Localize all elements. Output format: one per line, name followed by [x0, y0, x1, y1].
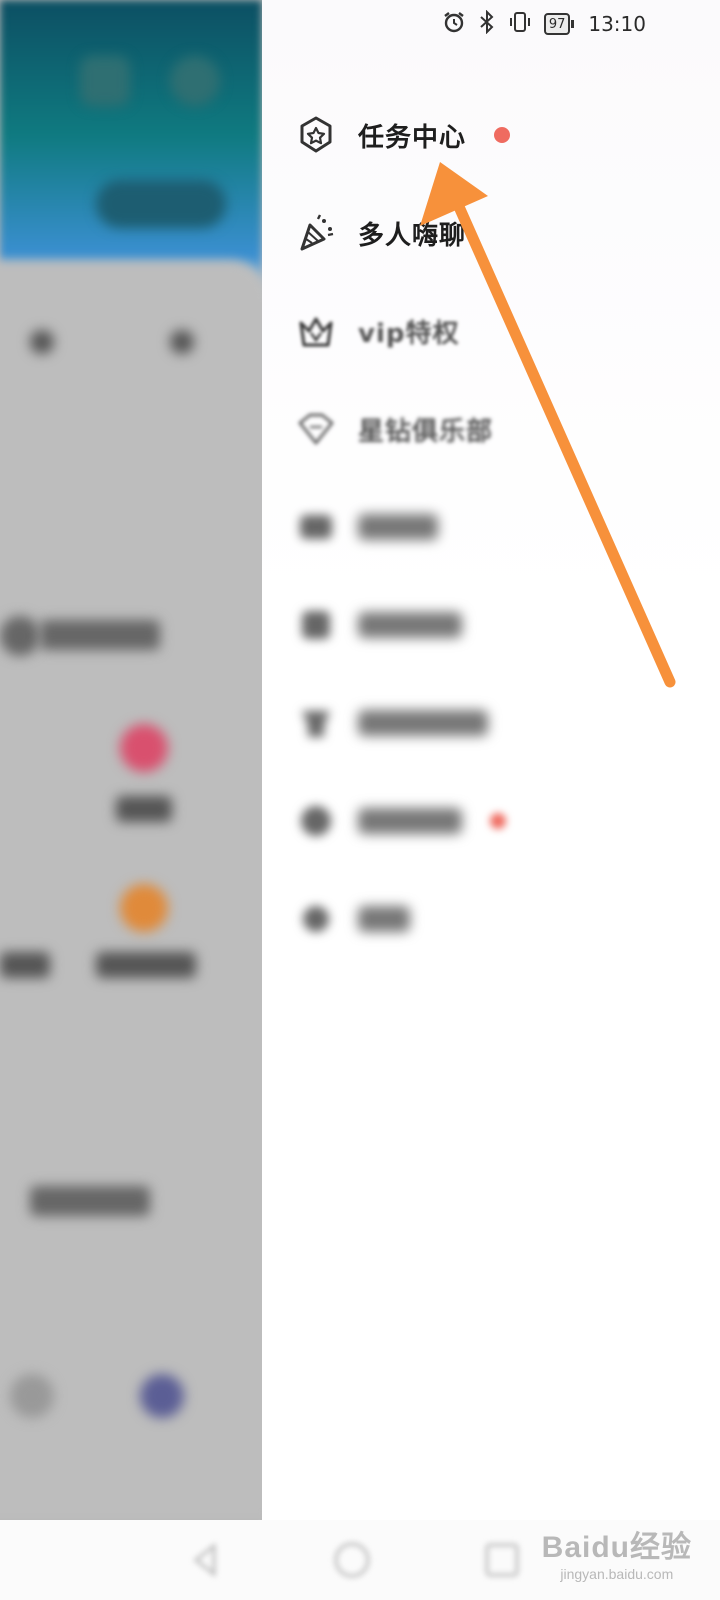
menu-item-label: 多人嗨聊 [358, 220, 467, 251]
menu-item-label: 星钻俱乐部 [358, 416, 494, 447]
background-header-pill [96, 180, 226, 228]
blurred-label [358, 612, 462, 638]
menu-item-star-diamond-club[interactable]: 星钻俱乐部 [292, 394, 692, 464]
background-app [0, 0, 262, 1520]
menu-item-blurred[interactable] [292, 786, 692, 856]
menu-item-blurred[interactable] [292, 590, 692, 660]
background-blur-mark [0, 952, 50, 978]
recents-icon[interactable] [482, 1540, 522, 1580]
background-header-button [80, 56, 130, 106]
menu-item-blurred[interactable] [292, 492, 692, 562]
watermark-url: jingyan.baidu.com [560, 1566, 674, 1582]
menu-item-task-center[interactable]: 任务中心 [292, 100, 692, 170]
blurred-icon [292, 503, 340, 551]
blurred-label [358, 514, 438, 540]
background-blur-mark [96, 952, 196, 978]
party-popper-icon [292, 209, 340, 257]
back-icon[interactable] [186, 1540, 226, 1580]
background-header [0, 0, 262, 300]
bluetooth-icon [478, 9, 496, 39]
status-bar: 97 13:10 [442, 8, 646, 40]
notification-dot [490, 813, 506, 829]
background-blur-mark [0, 616, 40, 656]
alarm-icon [442, 10, 466, 39]
background-blur-mark [30, 1186, 150, 1216]
diamond-icon [292, 405, 340, 453]
blurred-icon [292, 797, 340, 845]
watermark: Baidu经验 jingyan.baidu.com [542, 1522, 692, 1582]
star-badge-icon [292, 111, 340, 159]
home-icon[interactable] [332, 1540, 372, 1580]
blurred-icon [292, 601, 340, 649]
menu-item-blurred[interactable] [292, 884, 692, 954]
crown-icon [292, 307, 340, 355]
watermark-brand: Baidu经验 [541, 1531, 692, 1564]
menu-item-label: 任务中心 [358, 122, 467, 153]
background-blur-mark [116, 796, 172, 822]
blurred-label [358, 710, 488, 736]
blurred-icon [292, 699, 340, 747]
background-header-button [170, 56, 220, 106]
background-blur-mark [40, 620, 160, 650]
status-time: 13:10 [588, 12, 646, 36]
blurred-label [358, 906, 410, 932]
battery-indicator: 97 [543, 13, 574, 35]
menu-item-group-chat[interactable]: 多人嗨聊 [292, 198, 692, 268]
background-blur-mark [30, 330, 54, 354]
background-blur-icon [10, 1374, 54, 1418]
blurred-icon [292, 895, 340, 943]
background-blur-mark [170, 330, 194, 354]
menu-item-blurred[interactable] [292, 688, 692, 758]
menu-item-vip[interactable]: vip特权 [292, 296, 692, 366]
blurred-label [358, 808, 462, 834]
menu-item-label: vip特权 [358, 318, 460, 349]
background-blur-icon [120, 724, 168, 772]
background-blur-icon [120, 884, 168, 932]
vibrate-icon [508, 10, 532, 39]
background-blur-icon [140, 1374, 184, 1418]
notification-dot [494, 127, 511, 143]
